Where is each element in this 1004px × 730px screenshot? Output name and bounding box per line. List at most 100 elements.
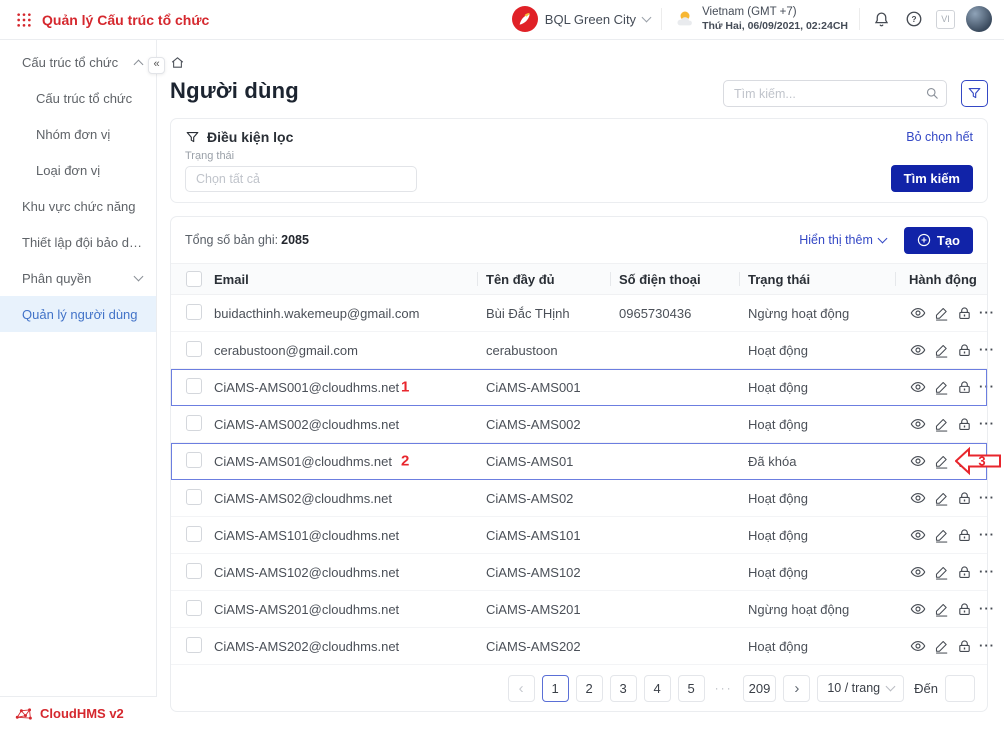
page-button-5[interactable]: 5 bbox=[678, 675, 705, 702]
prev-page-button[interactable]: ‹ bbox=[508, 675, 535, 702]
chevron-left-icon: ‹ bbox=[519, 680, 524, 697]
sidebar-item-1[interactable]: Cấu trúc tổ chức bbox=[0, 80, 156, 116]
help-button[interactable]: ? bbox=[903, 8, 925, 30]
view-button[interactable] bbox=[909, 452, 927, 470]
funnel-icon bbox=[967, 86, 982, 101]
more-actions-button[interactable]: ··· bbox=[978, 415, 996, 433]
user-status: Ngừng hoạt động bbox=[748, 306, 904, 321]
more-actions-button[interactable]: ··· bbox=[978, 378, 996, 396]
row-checkbox[interactable] bbox=[186, 563, 202, 579]
user-avatar[interactable] bbox=[966, 6, 992, 32]
eye-icon bbox=[910, 342, 926, 358]
more-actions-button[interactable]: ··· bbox=[978, 341, 996, 359]
lock-button[interactable] bbox=[955, 304, 973, 322]
edit-button[interactable] bbox=[932, 304, 950, 322]
home-icon[interactable] bbox=[170, 55, 185, 70]
app-title: Quản lý Cấu trúc tổ chức bbox=[42, 12, 209, 28]
chevron-down-icon bbox=[877, 234, 887, 244]
view-button[interactable] bbox=[909, 341, 927, 359]
lock-button[interactable] bbox=[955, 378, 973, 396]
user-status: Hoạt động bbox=[748, 491, 904, 506]
more-actions-button[interactable]: ··· bbox=[978, 304, 996, 322]
edit-button[interactable] bbox=[932, 600, 950, 618]
lock-button[interactable] bbox=[955, 637, 973, 655]
edit-button[interactable] bbox=[932, 452, 950, 470]
sidebar-item-5[interactable]: Thiết lập đội bảo dưỡng khu ... bbox=[0, 224, 156, 260]
status-filter-select[interactable]: Chọn tất cả bbox=[185, 166, 417, 192]
column-header-fullname[interactable]: Tên đầy đủ bbox=[486, 264, 619, 294]
row-checkbox[interactable] bbox=[186, 341, 202, 357]
goto-page-input[interactable] bbox=[945, 675, 975, 702]
row-checkbox[interactable] bbox=[186, 600, 202, 616]
row-checkbox[interactable] bbox=[186, 452, 202, 468]
more-actions-button[interactable]: ··· bbox=[978, 526, 996, 544]
view-button[interactable] bbox=[909, 637, 927, 655]
row-checkbox[interactable] bbox=[186, 526, 202, 542]
filter-search-button[interactable]: Tìm kiếm bbox=[891, 165, 973, 192]
clear-all-link[interactable]: Bỏ chọn hết bbox=[906, 130, 973, 144]
edit-button[interactable] bbox=[932, 489, 950, 507]
view-button[interactable] bbox=[909, 415, 927, 433]
app-grid-icon[interactable] bbox=[14, 10, 34, 30]
view-button[interactable] bbox=[909, 489, 927, 507]
lock-button[interactable] bbox=[955, 526, 973, 544]
row-checkbox[interactable] bbox=[186, 415, 202, 431]
column-header-email[interactable]: Email bbox=[214, 264, 486, 294]
page-button-1[interactable]: 1 bbox=[542, 675, 569, 702]
edit-button[interactable] bbox=[932, 526, 950, 544]
sidebar-item-3[interactable]: Loại đơn vị bbox=[0, 152, 156, 188]
page-button-2[interactable]: 2 bbox=[576, 675, 603, 702]
ellipsis-icon: ··· bbox=[979, 568, 995, 576]
pencil-icon bbox=[934, 528, 949, 543]
view-button[interactable] bbox=[909, 378, 927, 396]
view-button[interactable] bbox=[909, 526, 927, 544]
row-checkbox[interactable] bbox=[186, 637, 202, 653]
language-toggle[interactable]: VI bbox=[936, 10, 955, 29]
sidebar-item-6[interactable]: Phân quyền bbox=[0, 260, 156, 296]
more-actions-button[interactable]: ··· bbox=[978, 563, 996, 581]
more-actions-button[interactable]: ··· bbox=[978, 489, 996, 507]
ellipsis-icon: ··· bbox=[979, 642, 995, 650]
filter-toggle-button[interactable] bbox=[961, 80, 988, 107]
edit-button[interactable] bbox=[932, 415, 950, 433]
page-size-select[interactable]: 10 / trang bbox=[817, 675, 904, 702]
lock-button[interactable] bbox=[955, 600, 973, 618]
page-button-3[interactable]: 3 bbox=[610, 675, 637, 702]
more-actions-button[interactable]: ··· bbox=[978, 600, 996, 618]
create-button[interactable]: Tạo bbox=[904, 227, 973, 254]
edit-button[interactable] bbox=[932, 563, 950, 581]
row-checkbox[interactable] bbox=[186, 378, 202, 394]
sidebar-item-7[interactable]: Quản lý người dùng bbox=[0, 296, 156, 332]
sidebar-item-0[interactable]: Cấu trúc tổ chức bbox=[0, 44, 156, 80]
search-input[interactable] bbox=[723, 80, 947, 107]
edit-button[interactable] bbox=[932, 637, 950, 655]
collapse-sidebar-button[interactable]: « bbox=[148, 57, 165, 74]
user-fullname: CiAMS-AMS102 bbox=[486, 565, 619, 580]
filter-panel-title: Điều kiện lọc bbox=[207, 129, 293, 145]
view-button[interactable] bbox=[909, 304, 927, 322]
row-checkbox[interactable] bbox=[186, 489, 202, 505]
select-all-checkbox[interactable] bbox=[186, 271, 202, 287]
lock-button[interactable] bbox=[955, 415, 973, 433]
page-button-4[interactable]: 4 bbox=[644, 675, 671, 702]
sidebar-item-2[interactable]: Nhóm đơn vị bbox=[0, 116, 156, 152]
timezone-label: Vietnam (GMT +7) bbox=[702, 5, 848, 20]
edit-button[interactable] bbox=[932, 378, 950, 396]
column-header-phone[interactable]: Số điện thoại bbox=[619, 264, 748, 294]
notifications-button[interactable] bbox=[871, 9, 892, 30]
show-more-link[interactable]: Hiển thị thêm bbox=[799, 233, 886, 247]
ellipsis-icon: ··· bbox=[979, 494, 995, 502]
view-button[interactable] bbox=[909, 563, 927, 581]
lock-button[interactable] bbox=[955, 563, 973, 581]
sidebar-item-4[interactable]: Khu vực chức năng bbox=[0, 188, 156, 224]
org-selector[interactable]: BQL Green City bbox=[512, 6, 650, 32]
more-actions-button[interactable]: ··· bbox=[978, 637, 996, 655]
page-button-209[interactable]: 209 bbox=[743, 675, 777, 702]
lock-button[interactable] bbox=[955, 341, 973, 359]
row-checkbox[interactable] bbox=[186, 304, 202, 320]
edit-button[interactable] bbox=[932, 341, 950, 359]
view-button[interactable] bbox=[909, 600, 927, 618]
next-page-button[interactable]: › bbox=[783, 675, 810, 702]
lock-button[interactable] bbox=[955, 489, 973, 507]
column-header-status[interactable]: Trạng thái bbox=[748, 264, 904, 294]
